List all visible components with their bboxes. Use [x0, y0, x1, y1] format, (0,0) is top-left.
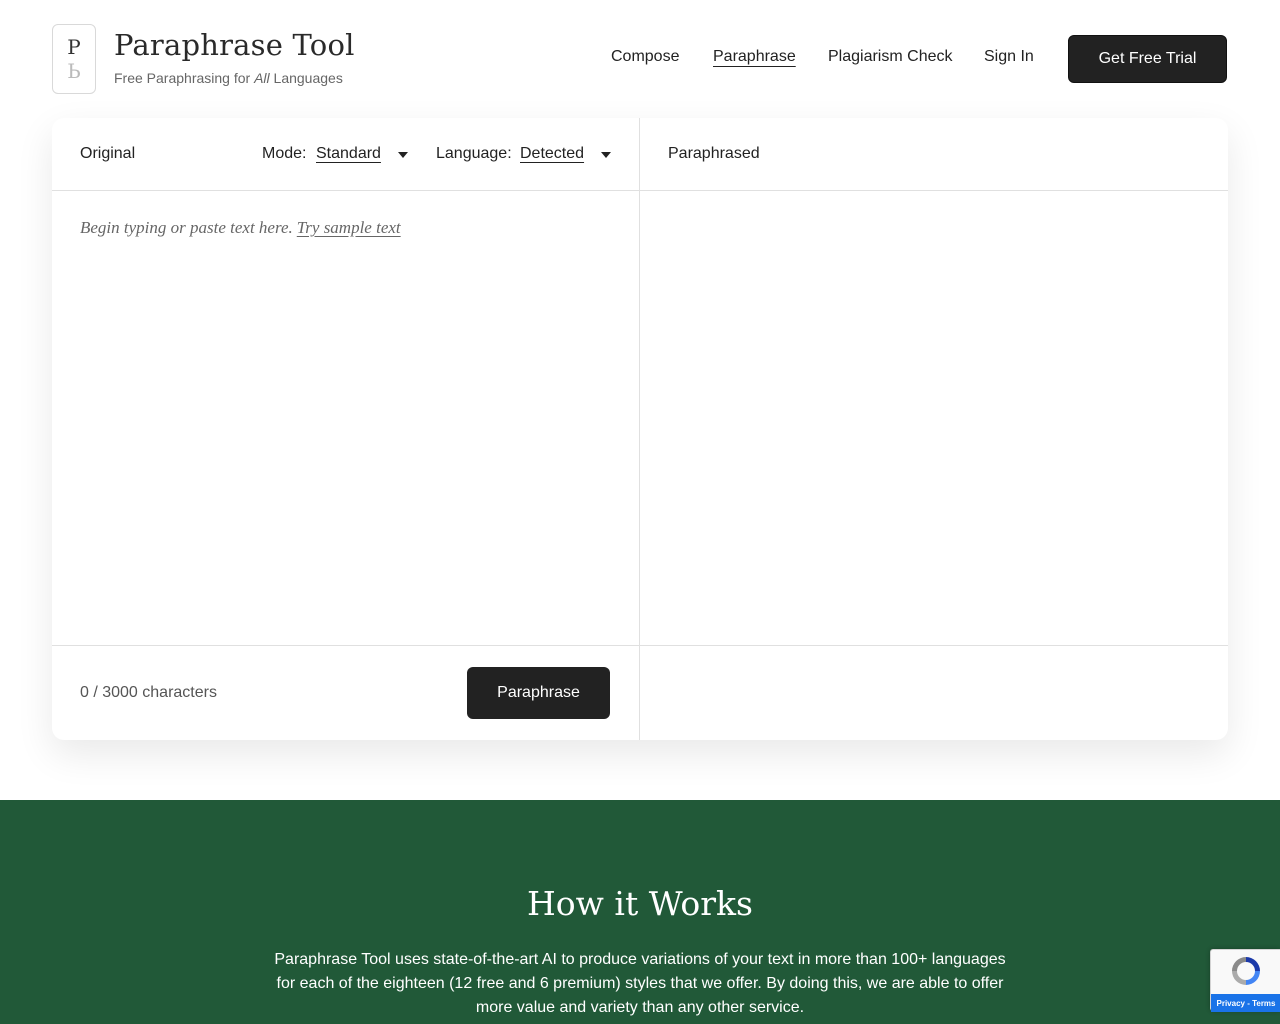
input-placeholder: Begin typing or paste text here. — [80, 218, 293, 237]
logo[interactable]: P Ь — [52, 24, 96, 94]
get-free-trial-button[interactable]: Get Free Trial — [1068, 35, 1227, 83]
recaptcha-privacy-terms[interactable]: Privacy - Terms — [1211, 994, 1280, 1012]
recaptcha-badge[interactable]: Privacy - Terms — [1210, 949, 1280, 1012]
original-text-input[interactable]: Begin typing or paste text here. Try samp… — [80, 218, 401, 238]
brand-title[interactable]: Paraphrase Tool — [114, 28, 355, 62]
mode-label: Mode: — [262, 145, 307, 162]
brand-subtitle-prefix: Free Paraphrasing for — [114, 70, 255, 86]
brand-subtitle-suffix: Languages — [269, 70, 343, 86]
language-select[interactable]: Detected — [520, 145, 584, 163]
logo-bottom-glyph: Ь — [67, 59, 81, 83]
nav-compose[interactable]: Compose — [611, 48, 679, 66]
paraphrased-output — [640, 191, 1228, 645]
footer-divider — [52, 645, 1228, 646]
language-label: Language: — [436, 145, 512, 162]
brand-subtitle-emphasis: All — [254, 70, 270, 86]
nav-paraphrase[interactable]: Paraphrase — [713, 48, 796, 66]
paraphrased-label: Paraphrased — [668, 145, 760, 162]
mode-caret-icon[interactable] — [398, 152, 408, 158]
recaptcha-icon — [1232, 957, 1260, 985]
original-label: Original — [80, 145, 136, 162]
paraphrase-editor: Original Mode: Standard Language: Detect… — [52, 118, 1228, 740]
nav-sign-in[interactable]: Sign In — [984, 48, 1034, 66]
language-caret-icon[interactable] — [601, 152, 611, 158]
brand-subtitle: Free Paraphrasing for All Languages — [114, 70, 343, 86]
character-count: 0 / 3000 characters — [80, 684, 217, 701]
site-header: P Ь Paraphrase Tool Free Paraphrasing fo… — [0, 0, 1280, 118]
how-it-works-text: Paraphrase Tool uses state-of-the-art AI… — [274, 951, 1006, 1016]
logo-top-glyph: P — [67, 35, 81, 59]
paraphrase-button[interactable]: Paraphrase — [467, 667, 610, 719]
nav-plagiarism-check[interactable]: Plagiarism Check — [828, 48, 952, 66]
mode-select[interactable]: Standard — [316, 145, 381, 163]
how-it-works-title: How it Works — [527, 884, 753, 923]
try-sample-text-link[interactable]: Try sample text — [297, 218, 401, 237]
